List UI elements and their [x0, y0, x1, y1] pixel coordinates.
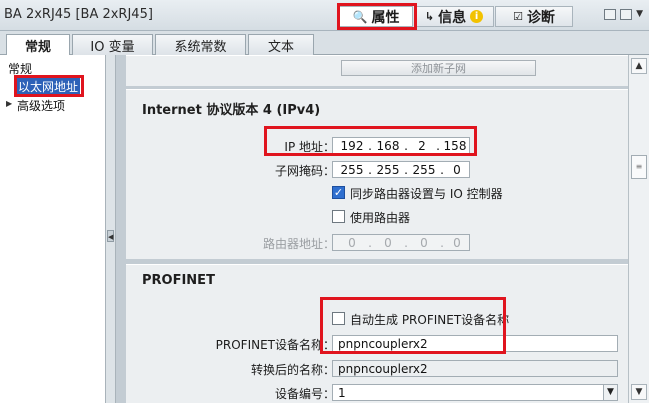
- property-content: 添加新子网 Internet 协议版本 4 (IPv4) IP 地址： 192.…: [116, 55, 628, 403]
- mask-dot: .: [368, 162, 372, 177]
- info-icon: i: [470, 10, 484, 23]
- ip-octet-1: 192: [340, 138, 364, 153]
- use-router-checkbox[interactable]: [332, 210, 345, 223]
- router-address-field: 0. 0. 0. 0: [332, 234, 470, 251]
- ipv4-title: Internet 协议版本 4 (IPv4): [142, 103, 321, 118]
- property-subtabs: 常规 IO 变量 系统常数 文本: [0, 31, 649, 56]
- ip-dot: .: [436, 138, 440, 153]
- info-arrow-icon: ↳: [424, 10, 435, 23]
- inspector-titlebar: BA 2xRJ45 [BA 2xRJ45] 🔍 属性 ↳ 信息 i ☑ 诊断 ▼: [0, 0, 649, 31]
- diagnostics-icon: ☑: [513, 10, 523, 23]
- sync-router-checkbox[interactable]: ✓: [332, 186, 345, 199]
- router-address-label: 路由器地址：: [262, 237, 335, 251]
- subtab-system-constants[interactable]: 系统常数: [155, 34, 246, 55]
- scroll-up-icon[interactable]: ▲: [631, 58, 647, 74]
- converted-name-field: pnpncouplerx2: [332, 360, 618, 377]
- vertical-scrollbar[interactable]: ▲ ≡ ▼: [628, 55, 649, 403]
- tab-info[interactable]: ↳ 信息 i: [414, 6, 494, 27]
- tab-properties[interactable]: 🔍 属性: [339, 6, 413, 27]
- profinet-title: PROFINET: [142, 273, 215, 288]
- nav-item-general[interactable]: 常规: [8, 60, 32, 77]
- add-subnet-button[interactable]: 添加新子网: [341, 60, 536, 76]
- router-octet-2: 0: [384, 235, 392, 250]
- profinet-name-field[interactable]: pnpncouplerx2: [332, 335, 618, 352]
- scroll-thumb[interactable]: ≡: [631, 155, 647, 179]
- property-nav-tree: 常规 以太网地址 ▶ 高级选项: [0, 55, 106, 403]
- window-controls: ▼: [604, 9, 643, 20]
- ip-octet-4: 158: [443, 138, 467, 153]
- ip-octet-3: 2: [418, 138, 426, 153]
- auto-name-label: 自动生成 PROFINET设备名称: [350, 313, 510, 327]
- router-dot: .: [368, 235, 372, 250]
- mask-dot: .: [440, 162, 444, 177]
- nav-item-ethernet-address[interactable]: 以太网地址: [16, 78, 81, 95]
- mask-octet-4: 0: [453, 162, 461, 177]
- ip-dot: .: [368, 138, 372, 153]
- tab-diagnostics-label: 诊断: [526, 9, 555, 26]
- profinet-name-label: PROFINET设备名称：: [215, 338, 335, 352]
- auto-name-checkbox[interactable]: [332, 312, 345, 325]
- device-number-select[interactable]: 1 ▼: [332, 384, 618, 401]
- panel-splitter[interactable]: ◀: [106, 55, 116, 403]
- ip-dot: .: [404, 138, 408, 153]
- device-title: BA 2xRJ45 [BA 2xRJ45]: [4, 7, 153, 22]
- properties-icon: 🔍: [352, 9, 368, 24]
- router-octet-4: 0: [453, 235, 461, 250]
- tab-properties-label: 属性: [371, 9, 400, 26]
- restore-window-button[interactable]: [604, 9, 617, 20]
- subnet-mask-label: 子网掩码：: [274, 164, 335, 178]
- panel-menu-icon[interactable]: ▼: [636, 9, 643, 20]
- subtab-texts[interactable]: 文本: [248, 34, 314, 55]
- tab-diagnostics[interactable]: ☑ 诊断: [495, 6, 573, 27]
- router-octet-3: 0: [420, 235, 428, 250]
- ip-octet-2: 168: [376, 138, 400, 153]
- nav-item-advanced-options[interactable]: 高级选项: [17, 97, 65, 114]
- router-dot: .: [440, 235, 444, 250]
- device-number-value: 1: [338, 385, 346, 400]
- profinet-section: PROFINET 自动生成 PROFINET设备名称 PROFINET设备名称：…: [126, 264, 628, 403]
- ipv4-section: Internet 协议版本 4 (IPv4) IP 地址： 192. 168. …: [126, 89, 628, 259]
- mask-octet-1: 255: [340, 162, 364, 177]
- device-number-label: 设备编号：: [274, 387, 335, 401]
- converted-name-label: 转换后的名称：: [250, 363, 335, 377]
- ip-address-label: IP 地址：: [284, 140, 335, 154]
- mask-octet-2: 255: [376, 162, 400, 177]
- mask-dot: .: [404, 162, 408, 177]
- expand-arrow-icon[interactable]: ▶: [6, 99, 12, 108]
- ip-address-field[interactable]: 192. 168. 2. 158: [332, 137, 470, 154]
- subnet-mask-field[interactable]: 255. 255. 255. 0: [332, 161, 470, 178]
- subtab-general[interactable]: 常规: [6, 34, 70, 56]
- tab-info-label: 信息: [438, 9, 467, 26]
- scroll-down-icon[interactable]: ▼: [631, 384, 647, 400]
- minimize-panel-button[interactable]: [620, 9, 633, 20]
- subtab-io-tags[interactable]: IO 变量: [72, 34, 153, 55]
- use-router-label: 使用路由器: [350, 211, 411, 225]
- sync-router-label: 同步路由器设置与 IO 控制器: [350, 187, 503, 201]
- mask-octet-3: 255: [412, 162, 436, 177]
- router-octet-1: 0: [348, 235, 356, 250]
- chevron-down-icon[interactable]: ▼: [603, 385, 617, 400]
- subnet-panel: 添加新子网: [126, 55, 628, 86]
- collapse-arrow-icon[interactable]: ◀: [107, 230, 114, 242]
- router-dot: .: [404, 235, 408, 250]
